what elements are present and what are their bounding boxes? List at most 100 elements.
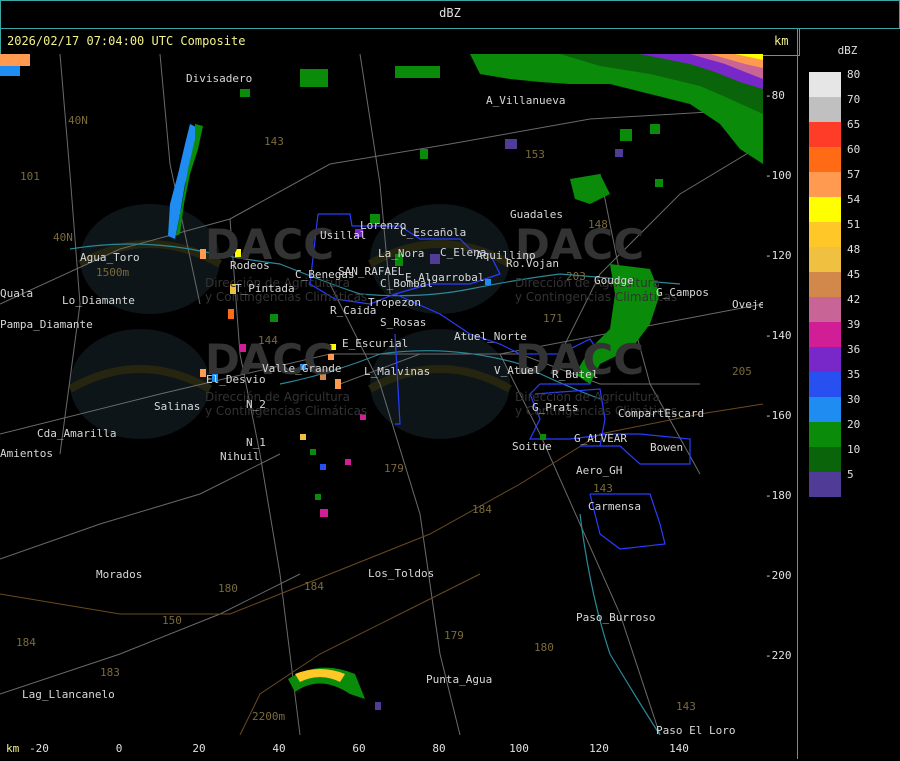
y-tick-label: -220 <box>765 649 792 662</box>
svg-text:40N: 40N <box>53 231 73 244</box>
place-label: Lag_Llancanelo <box>22 688 115 701</box>
x-tick-label: 100 <box>509 742 529 755</box>
place-label: Aero_GH <box>576 464 622 477</box>
x-tick-label: 40 <box>272 742 286 755</box>
place-label: Pampa_Diamante <box>0 318 93 331</box>
svg-text:180: 180 <box>218 582 238 595</box>
legend-value: 45 <box>847 268 861 281</box>
radar-map[interactable]: DACC DACC DACC DACC Dirección de Agricul… <box>0 54 763 735</box>
legend-value: 20 <box>847 418 861 431</box>
place-label: E_Algarrobal <box>405 271 484 284</box>
place-label: Goudge <box>594 274 634 287</box>
legend-swatch <box>809 247 841 272</box>
place-label: C_Escañola <box>400 226 466 239</box>
timestamp: 2026/02/17 07:04:00 UTC Composite <box>7 34 246 48</box>
svg-text:153: 153 <box>525 148 545 161</box>
x-tick-label: 60 <box>352 742 366 755</box>
legend-value: 60 <box>847 143 861 156</box>
svg-text:150: 150 <box>162 614 182 627</box>
legend-swatch <box>809 222 841 247</box>
svg-text:184: 184 <box>472 503 492 516</box>
place-label: CompartEscard <box>618 407 704 420</box>
place-label: La_Nora <box>378 247 424 260</box>
legend-title: dBZ <box>837 44 858 57</box>
x-tick-label: 120 <box>589 742 609 755</box>
height-label: 1500m <box>96 266 129 279</box>
place-label: V_Atuel <box>494 364 540 377</box>
svg-text:203: 203 <box>566 270 586 283</box>
legend-value: 39 <box>847 318 861 331</box>
y-tick-label: -180 <box>765 489 792 502</box>
place-label: L_Malvinas <box>364 365 430 378</box>
height-label: 2200m <box>252 710 285 723</box>
place-label: N_1 <box>246 436 266 449</box>
legend-swatch <box>809 272 841 297</box>
place-label: Bowen <box>650 441 683 454</box>
svg-text:179: 179 <box>444 629 464 642</box>
km-unit-bottom: km <box>6 742 20 755</box>
place-label: Rodeos <box>230 259 270 272</box>
y-tick-label: -100 <box>765 169 792 182</box>
place-label: Los_Toldos <box>368 567 434 580</box>
svg-text:205: 205 <box>732 365 752 378</box>
legend-value: 42 <box>847 293 861 306</box>
watermark-sub1-c: Dirección de Agricultura <box>205 390 350 404</box>
place-label: Ovejeria <box>732 298 763 311</box>
svg-text:184: 184 <box>304 580 324 593</box>
legend-swatch <box>809 122 841 147</box>
legend-swatch <box>809 72 841 97</box>
legend-value: 10 <box>847 443 861 456</box>
svg-text:143: 143 <box>264 135 284 148</box>
legend-value: 51 <box>847 218 861 231</box>
place-label: A_Villanueva <box>486 94 565 107</box>
legend-swatch <box>809 447 841 472</box>
legend-swatch <box>809 97 841 122</box>
place-label: E_Escurial <box>342 337 408 350</box>
legend-value: 5 <box>847 468 854 481</box>
km-unit-top: km <box>774 34 789 48</box>
place-label: Guadales <box>510 208 563 221</box>
place-label: G_Campos <box>656 286 709 299</box>
place-label: Amientos <box>0 447 53 460</box>
place-label: Quala <box>0 287 33 300</box>
map-canvas: DACC DACC DACC DACC Dirección de Agricul… <box>0 54 763 735</box>
legend-value: 54 <box>847 193 861 206</box>
svg-text:40N: 40N <box>68 114 88 127</box>
color-legend <box>809 72 841 497</box>
place-label: Morados <box>96 568 142 581</box>
svg-text:143: 143 <box>593 482 613 495</box>
x-tick-label: -20 <box>29 742 49 755</box>
svg-text:171: 171 <box>543 312 563 325</box>
svg-text:179: 179 <box>384 462 404 475</box>
place-label: Tropezon <box>368 296 421 309</box>
place-label: Punta_Agua <box>426 673 492 686</box>
svg-text:180: 180 <box>534 641 554 654</box>
svg-text:143: 143 <box>676 700 696 713</box>
place-label: N_2 <box>246 398 266 411</box>
place-label: R_Butel <box>552 368 598 381</box>
watermark-sub2-b: y Contingencias Climáticas <box>515 290 677 304</box>
place-label: Lo_Diamante <box>62 294 135 307</box>
x-tick-label: 80 <box>432 742 446 755</box>
legend-value: 36 <box>847 343 861 356</box>
y-tick-label: -140 <box>765 329 792 342</box>
legend-swatch <box>809 397 841 422</box>
x-tick-label: 0 <box>115 742 123 755</box>
y-tick-label: -200 <box>765 569 792 582</box>
svg-text:144: 144 <box>258 334 278 347</box>
legend-swatch <box>809 297 841 322</box>
legend-swatch <box>809 472 841 497</box>
svg-text:184: 184 <box>16 636 36 649</box>
rivers <box>69 243 681 735</box>
y-tick-label: -160 <box>765 409 792 422</box>
legend-swatch <box>809 372 841 397</box>
legend-value: 65 <box>847 118 861 131</box>
legend-swatch <box>809 422 841 447</box>
place-label: Nihuil <box>220 450 260 463</box>
title: dBZ <box>439 6 461 20</box>
svg-text:183: 183 <box>100 666 120 679</box>
place-label: Ro.Vojan <box>506 257 559 270</box>
legend-value: 80 <box>847 68 861 81</box>
place-label: Divisadero <box>186 72 252 85</box>
watermark-sub2-c: y Contingencias Climáticas <box>205 404 367 418</box>
